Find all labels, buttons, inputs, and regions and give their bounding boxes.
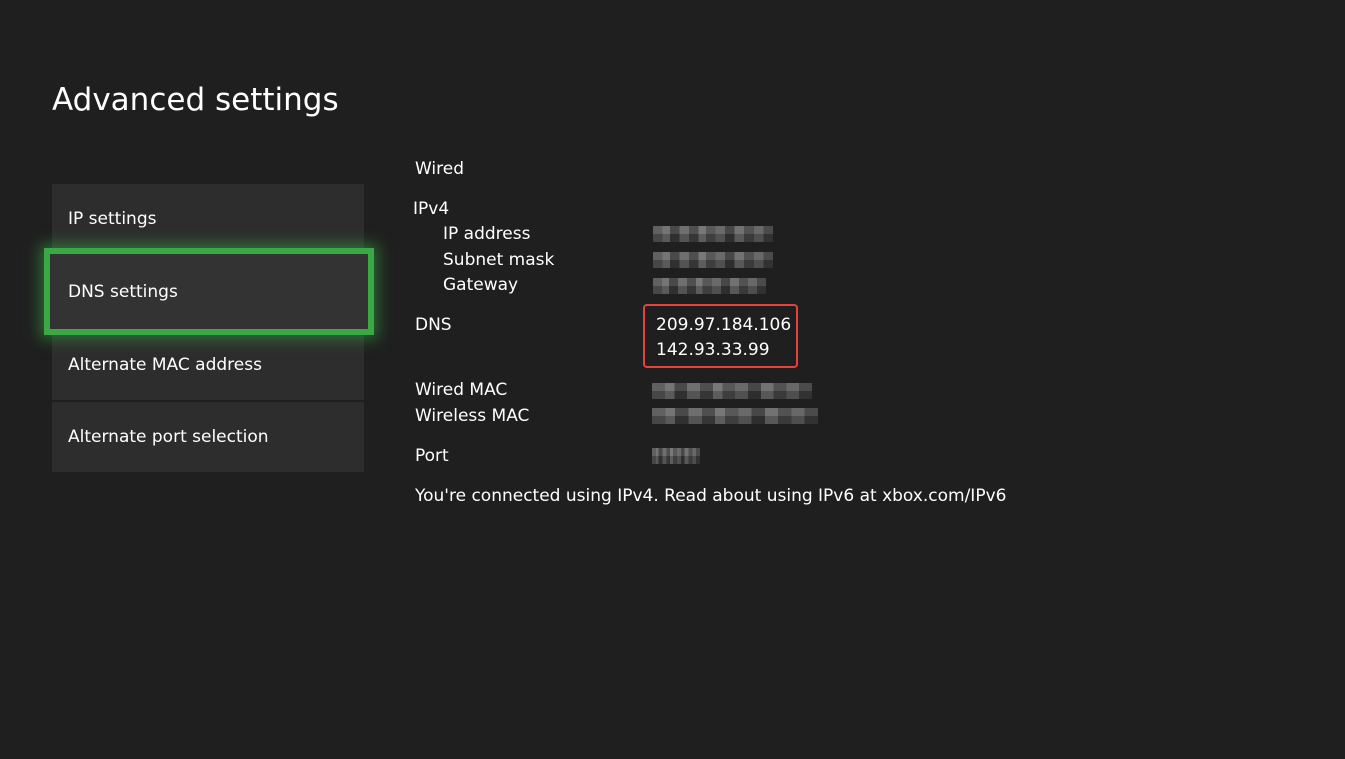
wireless-mac-value-redacted bbox=[652, 408, 818, 424]
wireless-mac-label: Wireless MAC bbox=[415, 406, 530, 426]
dns-highlight-box bbox=[643, 304, 798, 368]
subnet-mask-value-redacted bbox=[653, 252, 773, 268]
ip-address-label: IP address bbox=[443, 224, 531, 244]
menu-item-label: Alternate port selection bbox=[68, 427, 269, 447]
port-label: Port bbox=[415, 446, 449, 466]
subnet-mask-label: Subnet mask bbox=[443, 250, 555, 270]
menu-item-ip-settings[interactable]: IP settings bbox=[52, 184, 364, 254]
menu-item-label: Alternate MAC address bbox=[68, 355, 262, 375]
port-value-redacted bbox=[652, 448, 700, 464]
connection-type-label: Wired bbox=[415, 159, 465, 179]
menu-item-alternate-port-selection[interactable]: Alternate port selection bbox=[52, 402, 364, 472]
ipv6-info-note: You're connected using IPv4. Read about … bbox=[415, 486, 1007, 506]
dns-label: DNS bbox=[415, 315, 452, 335]
wired-mac-value-redacted bbox=[652, 383, 812, 399]
menu-item-alternate-mac-address[interactable]: Alternate MAC address bbox=[52, 330, 364, 400]
ip-address-value-redacted bbox=[653, 226, 773, 242]
ipv4-heading: IPv4 bbox=[413, 199, 450, 219]
menu-item-dns-settings[interactable]: DNS settings bbox=[44, 248, 374, 335]
menu-item-label: DNS settings bbox=[68, 281, 178, 302]
gateway-label: Gateway bbox=[443, 275, 519, 295]
menu-item-label: IP settings bbox=[68, 209, 157, 229]
wired-mac-label: Wired MAC bbox=[415, 380, 508, 400]
gateway-value-redacted bbox=[653, 278, 766, 294]
page-title: Advanced settings bbox=[52, 82, 339, 118]
